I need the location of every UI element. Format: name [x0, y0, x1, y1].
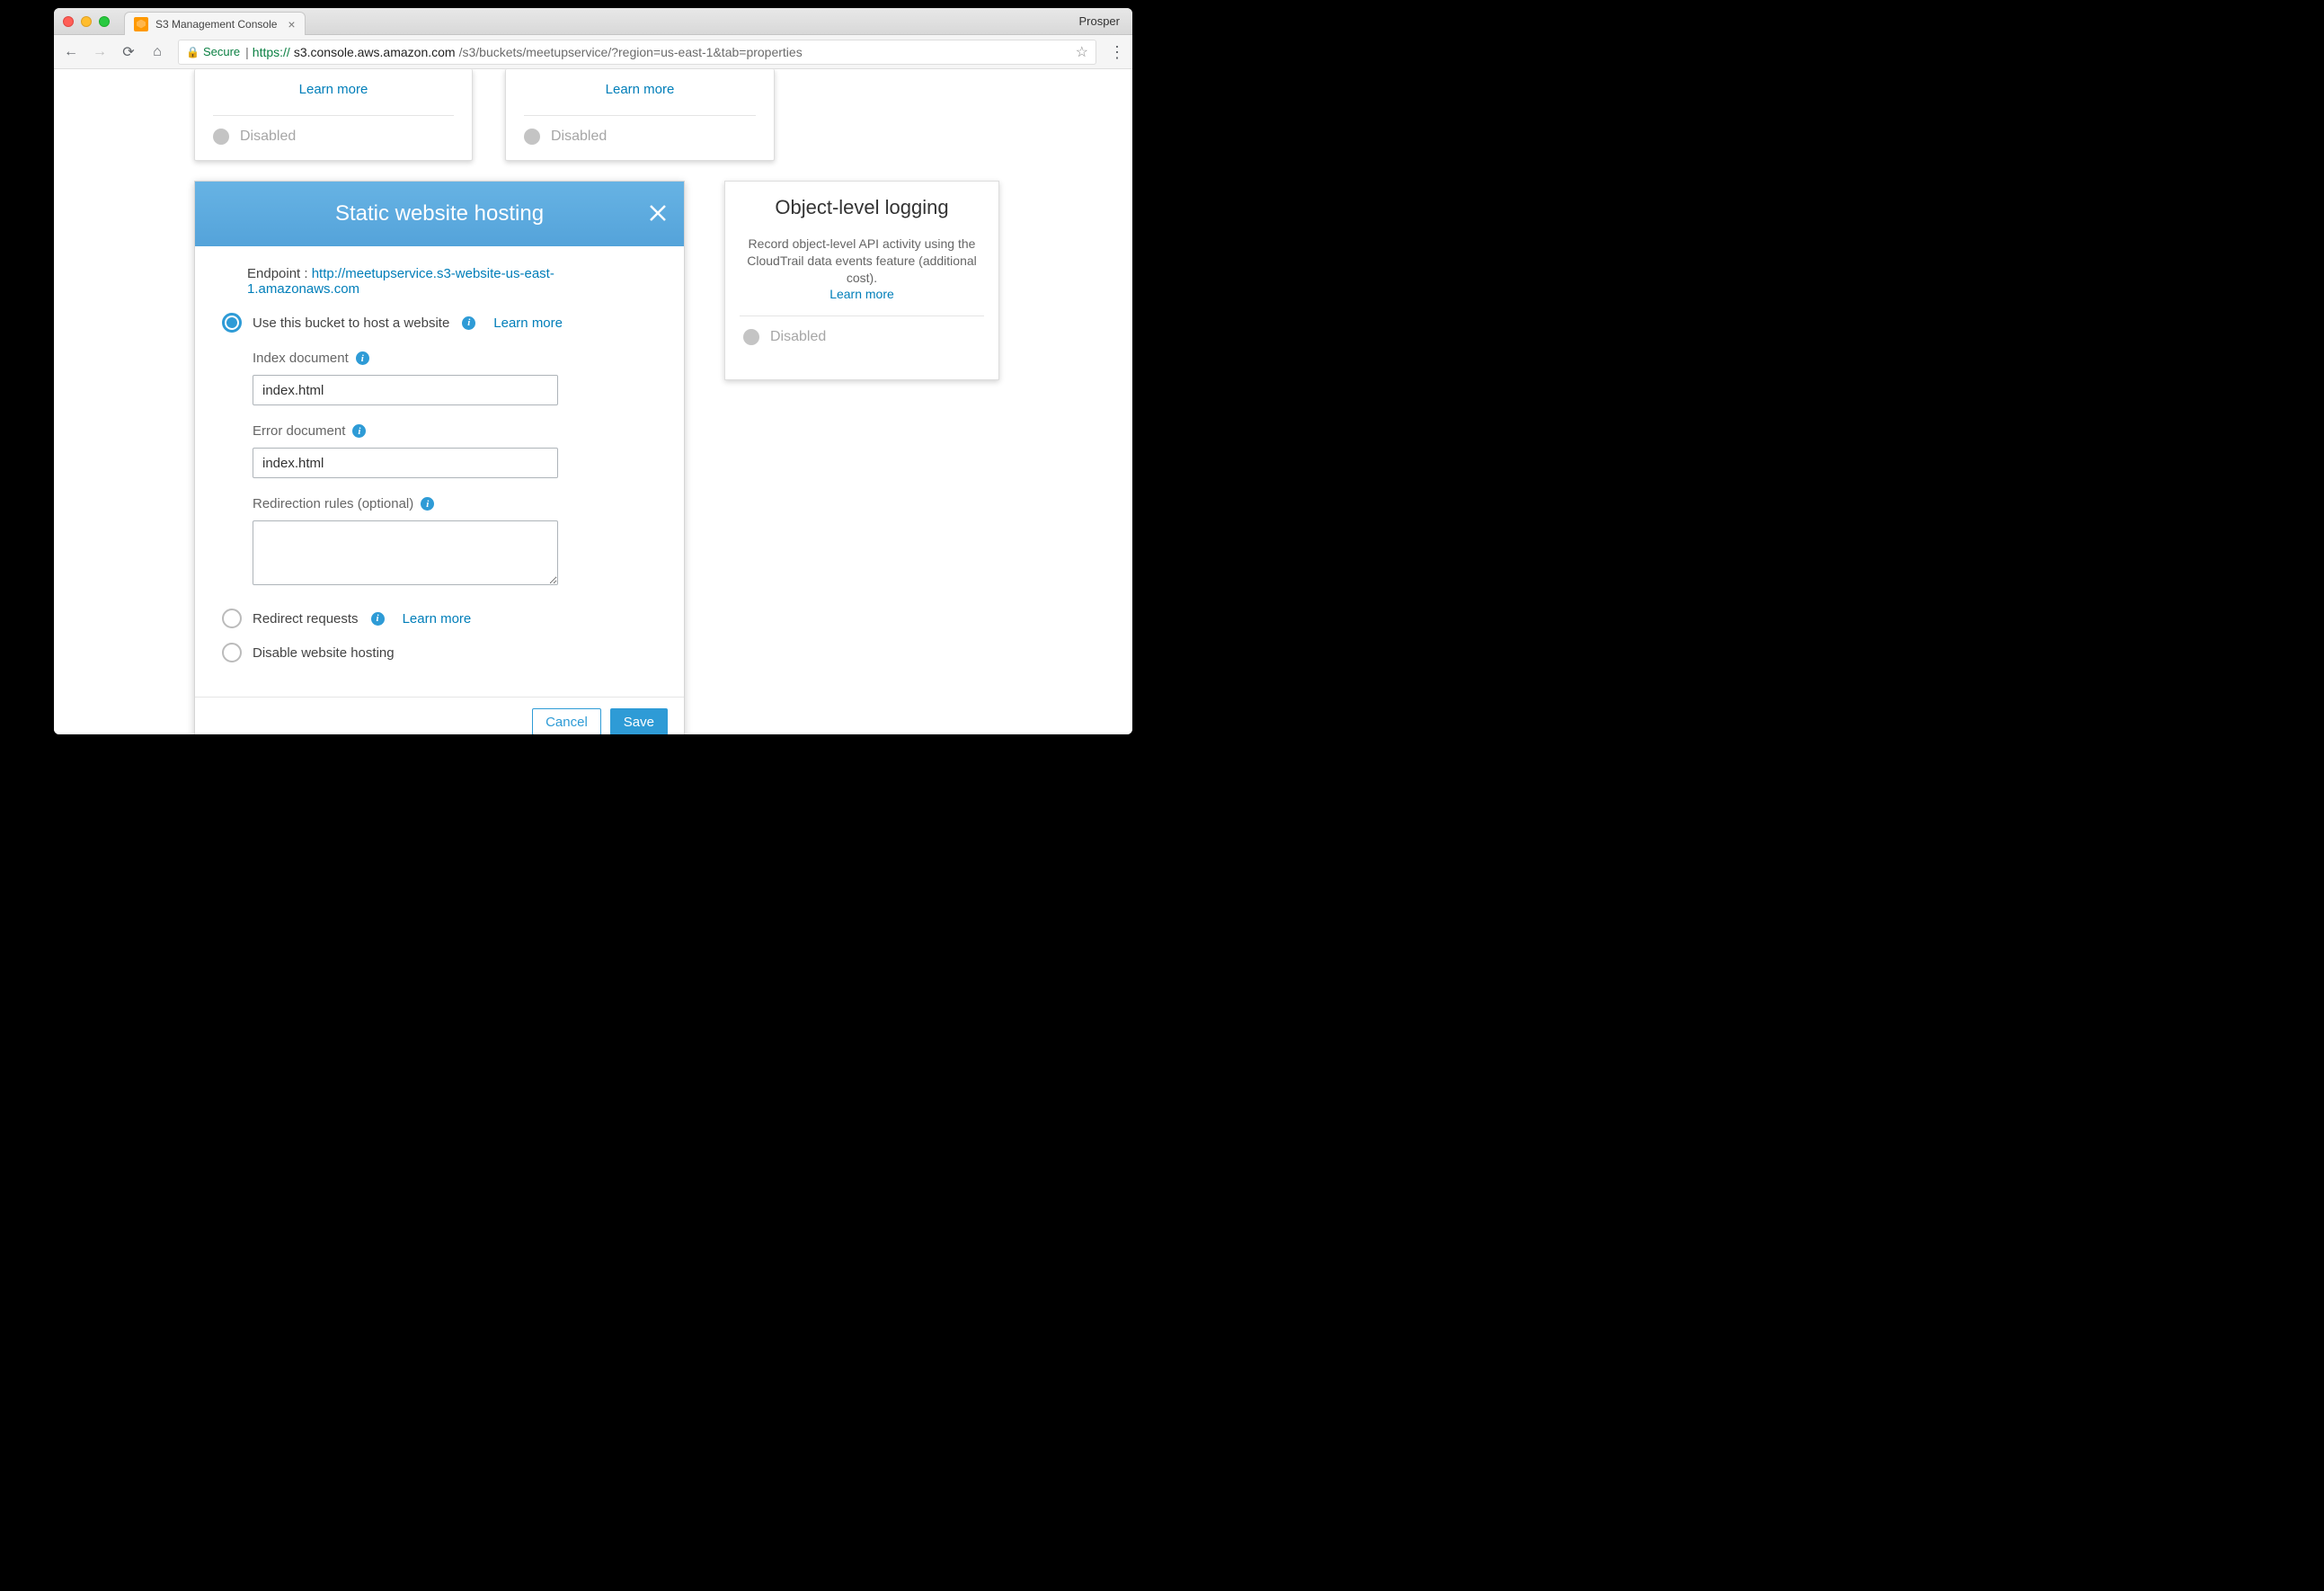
status-dot-icon [524, 129, 540, 145]
url-host: s3.console.aws.amazon.com [294, 45, 456, 59]
status-row: Disabled [195, 116, 472, 145]
title-bar: S3 Management Console × Prosper [54, 8, 1132, 35]
url-path: /s3/buckets/meetupservice/?region=us-eas… [459, 45, 803, 59]
option-host-website[interactable]: Use this bucket to host a website i Lear… [222, 313, 657, 333]
redirect-rules-textarea[interactable] [253, 520, 558, 585]
browser-menu-icon[interactable]: ⋮ [1109, 44, 1123, 60]
panel-header: Static website hosting [195, 182, 684, 246]
learn-more-link[interactable]: Learn more [403, 611, 472, 627]
card-description: Record object-level API activity using t… [740, 236, 984, 287]
endpoint-label: Endpoint : [247, 266, 312, 281]
window-controls [63, 16, 110, 27]
info-icon[interactable]: i [352, 424, 366, 438]
address-bar[interactable]: 🔒 Secure | https://s3.console.aws.amazon… [178, 40, 1096, 65]
object-level-logging-card[interactable]: Object-level logging Record object-level… [724, 181, 999, 380]
status-text: Disabled [551, 129, 607, 145]
option-disable-hosting[interactable]: Disable website hosting [222, 643, 657, 662]
lock-icon: 🔒 [186, 46, 200, 58]
browser-toolbar: ← → ⟳ ⌂ 🔒 Secure | https://s3.console.aw… [54, 35, 1132, 69]
radio-unselected-icon[interactable] [222, 609, 242, 628]
property-card[interactable]: Learn more Disabled [194, 69, 473, 161]
option-label: Disable website hosting [253, 645, 395, 661]
status-dot-icon [213, 129, 229, 145]
learn-more-link[interactable]: Learn more [195, 69, 472, 97]
close-icon[interactable] [648, 201, 668, 229]
status-row: Disabled [506, 116, 774, 145]
status-text: Disabled [240, 129, 296, 145]
radio-unselected-icon[interactable] [222, 643, 242, 662]
tab-close-icon[interactable]: × [288, 17, 295, 31]
error-document-label: Error document i [253, 423, 657, 439]
nav-forward-icon[interactable]: → [92, 44, 108, 60]
index-document-label: Index document i [253, 351, 657, 366]
nav-back-icon[interactable]: ← [63, 44, 79, 60]
window-close-icon[interactable] [63, 16, 74, 27]
status-text: Disabled [770, 329, 826, 345]
tab-title: S3 Management Console [155, 18, 277, 31]
error-document-input[interactable] [253, 448, 558, 478]
browser-tab[interactable]: S3 Management Console × [124, 12, 306, 35]
panel-title: Static website hosting [335, 201, 544, 227]
status-dot-icon [743, 329, 759, 345]
panel-body: Endpoint : http://meetupservice.s3-websi… [195, 246, 684, 662]
option-label: Use this bucket to host a website [253, 316, 449, 331]
info-icon[interactable]: i [356, 351, 369, 365]
card-title: Object-level logging [740, 196, 984, 219]
browser-profile[interactable]: Prosper [1078, 14, 1120, 28]
window-zoom-icon[interactable] [99, 16, 110, 27]
option-redirect-requests[interactable]: Redirect requests i Learn more [222, 609, 657, 628]
nav-home-icon[interactable]: ⌂ [149, 44, 165, 60]
static-website-hosting-panel: Static website hosting Endpoint : http:/… [194, 181, 685, 734]
index-document-input[interactable] [253, 375, 558, 405]
aws-favicon-icon [134, 17, 148, 31]
bookmark-star-icon[interactable]: ☆ [1076, 43, 1088, 61]
nav-reload-icon[interactable]: ⟳ [120, 43, 137, 61]
secure-label: Secure [203, 45, 240, 58]
learn-more-link[interactable]: Learn more [493, 316, 563, 331]
status-row: Disabled [740, 316, 984, 345]
panel-footer: Cancel Save [195, 697, 684, 734]
cancel-button[interactable]: Cancel [532, 708, 601, 734]
option-label: Redirect requests [253, 611, 359, 627]
learn-more-link[interactable]: Learn more [506, 69, 774, 97]
redirect-rules-label: Redirection rules (optional) i [253, 496, 657, 511]
save-button[interactable]: Save [610, 708, 668, 734]
host-website-form: Index document i Error document i Redire… [253, 351, 657, 589]
learn-more-link[interactable]: Learn more [829, 287, 894, 301]
page-content: Learn more Disabled Learn more Disabled [54, 69, 1132, 734]
window-minimize-icon[interactable] [81, 16, 92, 27]
info-icon[interactable]: i [371, 612, 385, 626]
url-scheme: https:// [253, 45, 290, 59]
radio-selected-icon[interactable] [222, 313, 242, 333]
browser-window: S3 Management Console × Prosper ← → ⟳ ⌂ … [54, 8, 1132, 734]
property-card[interactable]: Learn more Disabled [505, 69, 775, 161]
info-icon[interactable]: i [462, 316, 475, 330]
endpoint-row: Endpoint : http://meetupservice.s3-websi… [247, 266, 657, 297]
info-icon[interactable]: i [421, 497, 434, 511]
